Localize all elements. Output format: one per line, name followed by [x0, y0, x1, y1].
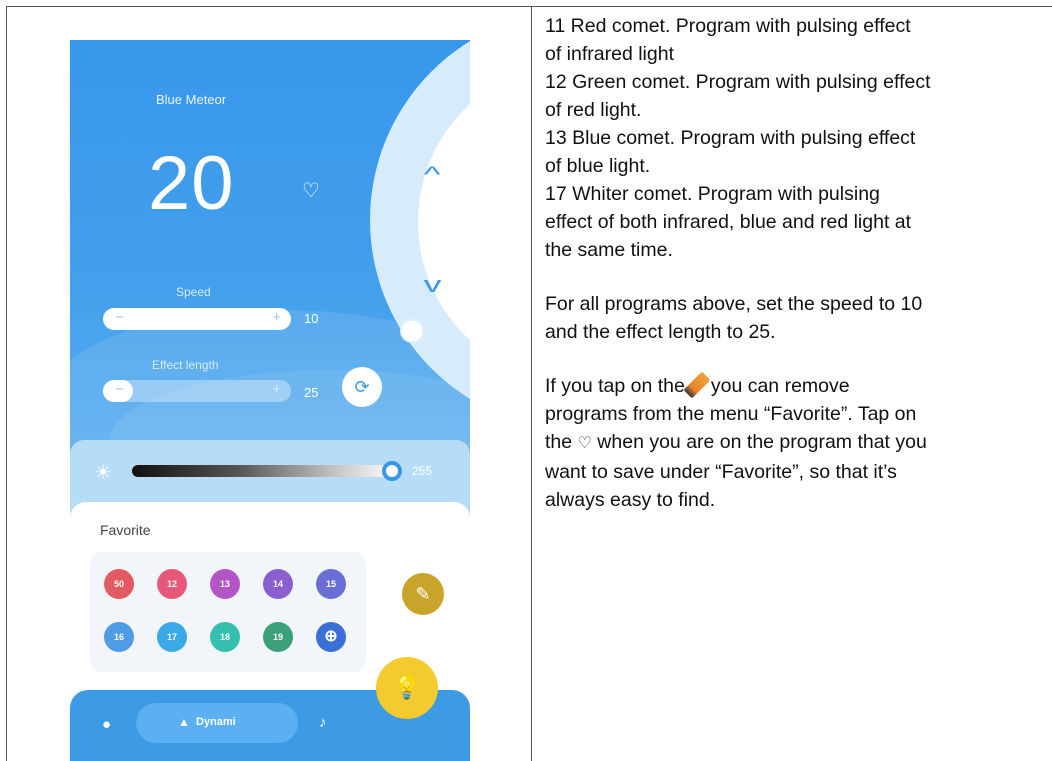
instruction-text: If you tap on the — [545, 375, 685, 397]
heart-icon: ♡ — [577, 435, 592, 452]
heart-icon[interactable]: ♡ — [302, 178, 320, 203]
brightness-value: 255 — [412, 464, 433, 478]
program-number: 20 — [148, 141, 235, 226]
instruction-line: 11 Red comet. Program with pulsing effec… — [545, 15, 911, 37]
instruction-text: you can remove — [710, 375, 850, 397]
instructions-text: 11 Red comet. Program with pulsing effec… — [545, 12, 1045, 514]
document-frame: ^ v Blue Meteor 20 ♡ Speed − + 10 Effect… — [0, 0, 1052, 761]
instruction-line: want to save under “Favorite”, so that i… — [545, 461, 897, 483]
table-column-divider — [531, 6, 532, 761]
instruction-line: If you tap on the you can remove — [545, 371, 1045, 400]
table-border-left — [6, 6, 7, 761]
program-name: Blue Meteor — [156, 92, 227, 107]
pencil-icon — [683, 371, 711, 399]
instruction-line: the ♡ when you are on the program that y… — [545, 428, 1045, 458]
sync-icon[interactable]: ⟳ — [342, 367, 382, 407]
palette-icon[interactable]: ● — [102, 716, 111, 733]
instruction-line: 17 Whiter comet. Program with pulsing — [545, 183, 880, 205]
instruction-line: always easy to find. — [545, 489, 716, 511]
nav-tab-dynamic-label: Dynami — [196, 716, 236, 728]
dial-knob[interactable] — [400, 319, 424, 343]
favorite-program-13[interactable]: 13 — [210, 569, 240, 599]
instruction-line: For all programs above, set the speed to… — [545, 293, 923, 315]
instruction-text: when you are on the program that you — [597, 431, 927, 453]
app-screenshot: ^ v Blue Meteor 20 ♡ Speed − + 10 Effect… — [70, 40, 470, 761]
sun-icon: ☀ — [94, 462, 112, 484]
favorite-program-12[interactable]: 12 — [157, 569, 187, 599]
favorite-program-19[interactable]: 19 — [263, 622, 293, 652]
plus-icon[interactable]: + — [272, 381, 281, 398]
chevron-down-icon[interactable]: v — [424, 272, 442, 298]
minus-icon[interactable]: − — [115, 309, 124, 326]
music-icon[interactable]: ♪ — [319, 714, 327, 731]
plus-icon[interactable]: + — [272, 309, 281, 326]
table-border-top — [6, 6, 1052, 7]
instruction-line: effect of both infrared, blue and red li… — [545, 211, 912, 233]
instruction-line: of red light. — [545, 99, 642, 121]
favorite-program-17[interactable]: 17 — [157, 622, 187, 652]
instruction-line: of blue light. — [545, 155, 651, 177]
speed-value: 10 — [304, 311, 319, 326]
brightness-thumb[interactable] — [382, 461, 402, 481]
favorite-program-15[interactable]: 15 — [316, 569, 346, 599]
chevron-up-icon[interactable]: ^ — [424, 162, 441, 188]
shapes-icon: ▲ — [178, 715, 190, 729]
instruction-text: the — [545, 431, 573, 453]
add-favorite-icon[interactable]: ⊕ — [316, 622, 346, 652]
brightness-slider[interactable] — [132, 465, 398, 477]
bulb-icon[interactable]: 💡 — [376, 657, 438, 719]
favorite-program-14[interactable]: 14 — [263, 569, 293, 599]
effect-length-slider[interactable]: − + — [103, 380, 291, 402]
minus-icon[interactable]: − — [115, 381, 124, 398]
effect-length-value: 25 — [304, 385, 319, 400]
instruction-line: and the effect length to 25. — [545, 321, 776, 343]
favorite-title: Favorite — [100, 522, 151, 538]
speed-label: Speed — [176, 285, 211, 299]
instruction-line: 13 Blue comet. Program with pulsing effe… — [545, 127, 916, 149]
pencil-icon[interactable]: ✎ — [402, 573, 444, 615]
effect-length-label: Effect length — [152, 358, 219, 372]
speed-slider[interactable]: − + — [103, 308, 291, 330]
instruction-line: the same time. — [545, 239, 673, 261]
favorite-program-16[interactable]: 16 — [104, 622, 134, 652]
favorite-program-18[interactable]: 18 — [210, 622, 240, 652]
instruction-line: programs from the menu “Favorite”. Tap o… — [545, 403, 917, 425]
instruction-line: 12 Green comet. Program with pulsing eff… — [545, 71, 931, 93]
favorite-grid: 50 12 13 14 15 16 17 18 19 ⊕ — [90, 552, 366, 672]
instruction-line: of infrared light — [545, 43, 674, 65]
favorite-program-50[interactable]: 50 — [104, 569, 134, 599]
